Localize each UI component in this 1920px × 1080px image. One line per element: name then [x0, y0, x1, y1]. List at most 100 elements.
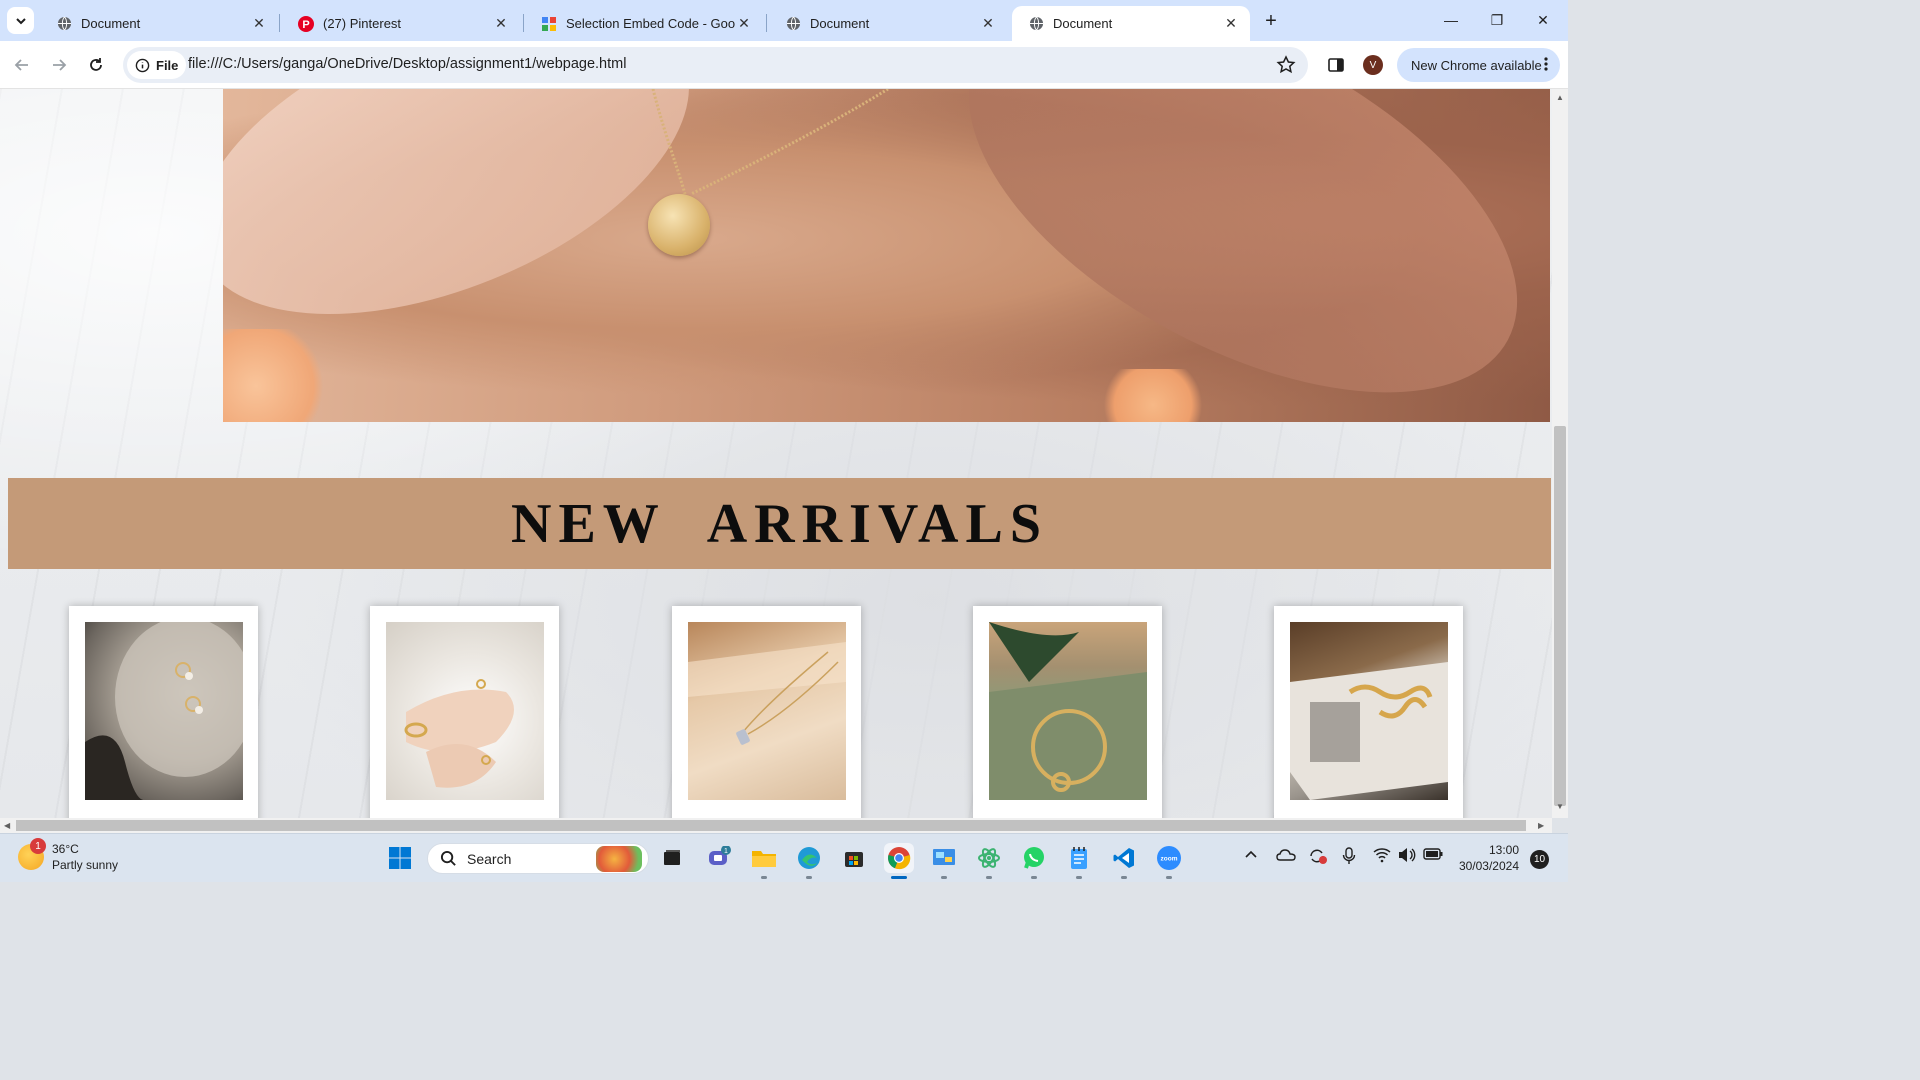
close-tab-icon[interactable]: ✕: [735, 15, 753, 33]
site-info-chip[interactable]: File: [127, 51, 187, 79]
forward-button[interactable]: [45, 51, 73, 79]
close-tab-icon[interactable]: ✕: [492, 15, 510, 33]
start-button[interactable]: [385, 843, 415, 873]
chain-bracelet-magazine-photo: [1290, 622, 1448, 800]
pendant-necklace-tray-photo: [688, 622, 846, 800]
product-card[interactable]: [370, 606, 559, 818]
horizontal-scrollbar-thumb[interactable]: [16, 820, 1526, 831]
minimize-icon: —: [1444, 12, 1458, 28]
vscode-button[interactable]: [1109, 843, 1139, 873]
necklace-chain: [651, 89, 889, 196]
chrome-button[interactable]: [884, 843, 914, 873]
close-tab-icon[interactable]: ✕: [1222, 15, 1240, 33]
running-indicator: [1031, 876, 1037, 879]
product-card[interactable]: [1274, 606, 1463, 818]
sync-icon[interactable]: [1308, 847, 1328, 868]
product-card[interactable]: [69, 606, 258, 818]
volume-icon[interactable]: [1398, 847, 1416, 866]
search-icon: [440, 850, 456, 866]
tab-document-1[interactable]: Document ✕: [40, 6, 278, 41]
atom-app-button[interactable]: [974, 843, 1004, 873]
chrome-icon: [888, 847, 911, 870]
back-button[interactable]: [8, 51, 36, 79]
new-tab-button[interactable]: +: [1259, 9, 1283, 33]
arrow-right-icon: [53, 59, 67, 71]
section-title: NEW ARRIVALS: [511, 492, 1048, 555]
taskbar-search[interactable]: Search: [427, 843, 649, 874]
chat-icon: 1: [709, 846, 731, 865]
edge-icon: [798, 847, 820, 869]
scroll-up-icon[interactable]: ▲: [1556, 93, 1564, 102]
notepad-button[interactable]: [1064, 843, 1094, 873]
scroll-down-icon[interactable]: ▼: [1556, 802, 1564, 811]
edge-button[interactable]: [794, 843, 824, 873]
profile-avatar[interactable]: V: [1363, 55, 1383, 75]
close-tab-icon[interactable]: ✕: [979, 15, 997, 33]
update-chrome-button[interactable]: New Chrome available: [1397, 48, 1560, 82]
tab-document-active[interactable]: Document ✕: [1012, 6, 1250, 41]
reload-button[interactable]: [82, 51, 110, 79]
more-vert-icon: [1544, 56, 1548, 75]
minimize-button[interactable]: —: [1428, 0, 1474, 40]
scroll-left-icon[interactable]: ◀: [4, 821, 10, 830]
new-arrivals-banner: NEW ARRIVALS: [8, 478, 1551, 569]
tab-strip: Document ✕ P (27) Pinterest ✕ Selection …: [0, 0, 1568, 41]
tab-separator: [279, 14, 280, 32]
weather-widget[interactable]: 1 36°C Partly sunny: [18, 838, 118, 873]
chevron-up-icon[interactable]: [1244, 847, 1258, 864]
store-button[interactable]: [839, 843, 869, 873]
product-card[interactable]: [672, 606, 861, 818]
file-explorer-button[interactable]: [749, 843, 779, 873]
restore-button[interactable]: ❐: [1474, 0, 1520, 40]
product-card[interactable]: [973, 606, 1162, 818]
task-view-button[interactable]: [657, 843, 687, 873]
tab-pinterest[interactable]: P (27) Pinterest ✕: [282, 6, 520, 41]
vertical-scrollbar-thumb[interactable]: [1554, 426, 1566, 806]
side-panel-icon: [1328, 58, 1344, 72]
google-sites-icon: [541, 16, 557, 32]
tab-title: Document: [81, 16, 141, 31]
tab-title: Selection Embed Code - Google: [566, 16, 735, 31]
partly-sunny-icon: 1: [18, 838, 46, 870]
tab-selection-embed-code[interactable]: Selection Embed Code - Google ✕: [525, 6, 763, 41]
reload-icon: [90, 58, 102, 71]
url-text[interactable]: file:///C:/Users/ganga/OneDrive/Desktop/…: [188, 56, 626, 72]
tab-document-2[interactable]: Document ✕: [769, 6, 1007, 41]
restore-icon: ❐: [1490, 11, 1504, 28]
tab-title: Document: [1053, 16, 1113, 31]
side-panel-button[interactable]: [1324, 53, 1348, 77]
teams-chat-button[interactable]: 1: [704, 843, 734, 873]
control-panel-button[interactable]: [929, 843, 959, 873]
svg-text:zoom: zoom: [1161, 856, 1178, 863]
running-indicator: [806, 876, 812, 879]
whatsapp-button[interactable]: [1019, 843, 1049, 873]
running-indicator: [1166, 876, 1172, 879]
horizontal-scrollbar[interactable]: ◀ ▶: [0, 818, 1552, 833]
vertical-scrollbar[interactable]: ▲ ▼: [1552, 89, 1568, 818]
notification-badge[interactable]: 10: [1530, 850, 1549, 869]
whatsapp-icon: [1024, 847, 1044, 869]
tab-search-button[interactable]: [7, 7, 34, 34]
bookmark-star-icon[interactable]: [1276, 55, 1296, 78]
wifi-icon[interactable]: [1373, 847, 1391, 866]
system-clock[interactable]: 13:00 30/03/2024: [1457, 842, 1519, 874]
onedrive-icon[interactable]: [1276, 847, 1296, 866]
address-bar[interactable]: File file:///C:/Users/ganga/OneDrive/Des…: [123, 47, 1308, 83]
close-tab-icon[interactable]: ✕: [250, 15, 268, 33]
running-indicator: [761, 876, 767, 879]
microphone-icon[interactable]: [1342, 847, 1356, 868]
pearl-hoop-earrings-photo: [85, 622, 243, 800]
close-window-button[interactable]: ✕: [1520, 0, 1566, 40]
scroll-right-icon[interactable]: ▶: [1538, 821, 1544, 830]
tab-title: Document: [810, 16, 870, 31]
chevron-down-icon: [15, 17, 26, 24]
arrow-left-icon: [14, 59, 28, 71]
clock-date: 30/03/2024: [1458, 859, 1519, 873]
sequins-right: [1093, 369, 1213, 422]
browser-toolbar: File file:///C:/Users/ganga/OneDrive/Des…: [0, 41, 1568, 89]
active-indicator: [891, 876, 907, 879]
battery-icon[interactable]: [1423, 847, 1443, 864]
zoom-button[interactable]: zoom: [1154, 843, 1184, 873]
weather-badge: 1: [30, 838, 46, 854]
globe-icon: [56, 16, 72, 32]
